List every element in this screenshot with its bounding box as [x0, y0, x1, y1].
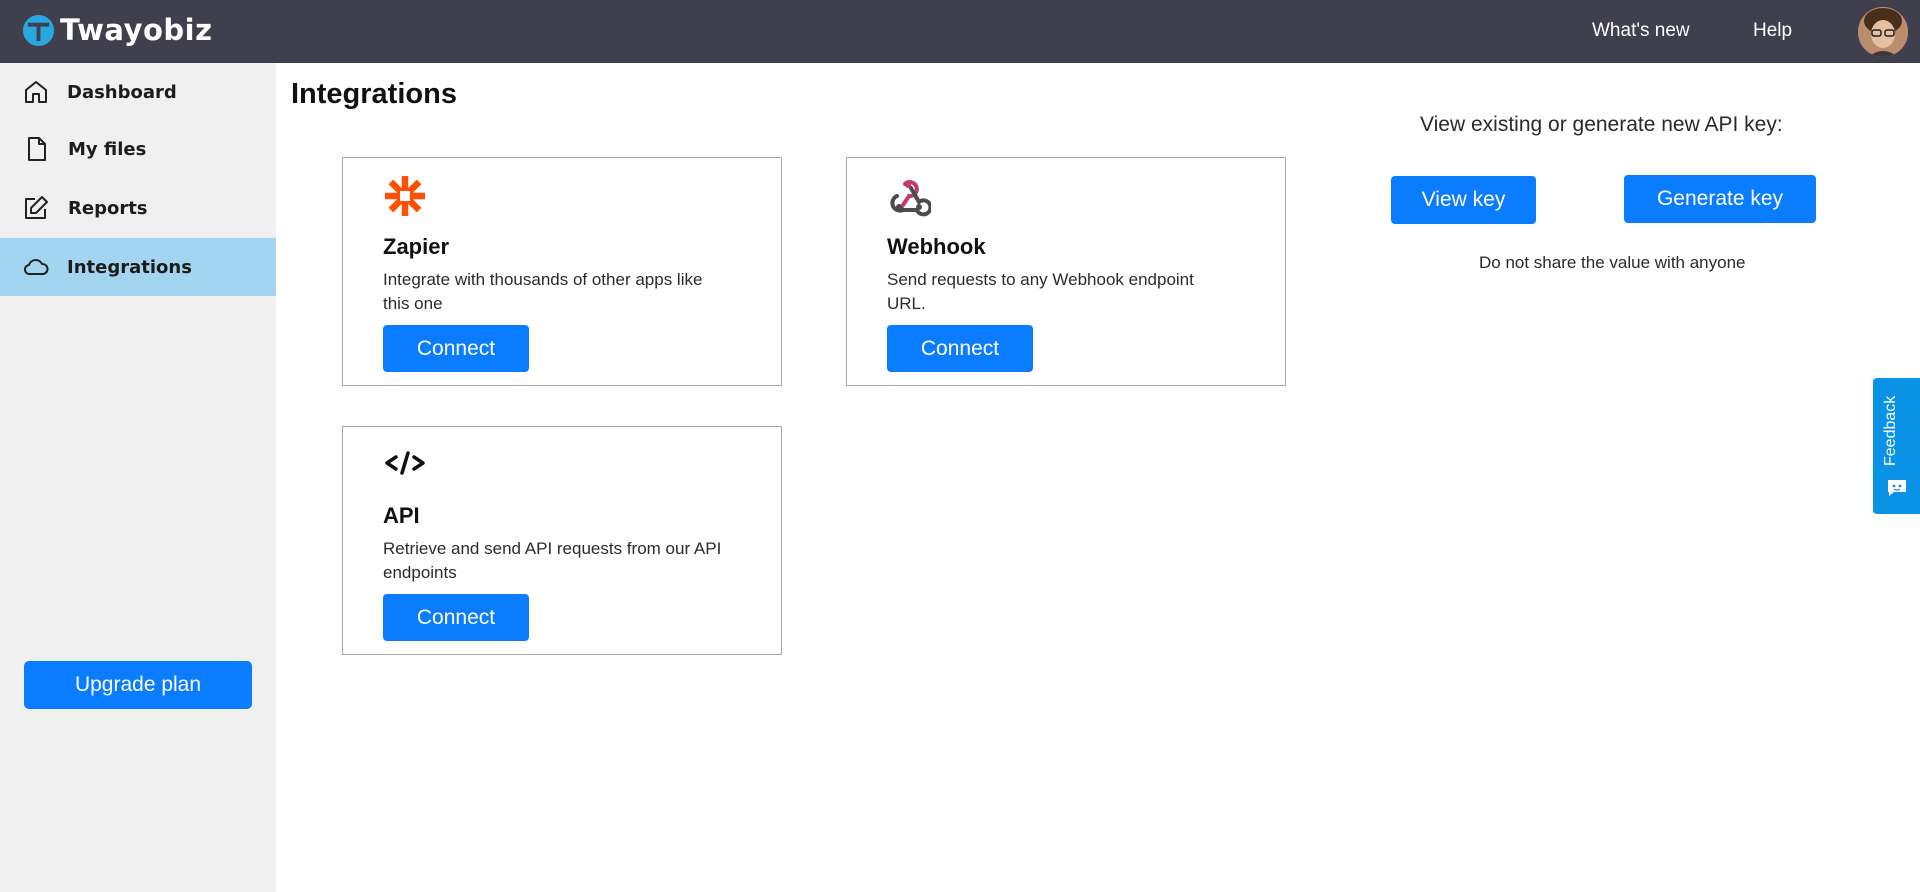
whats-new-link[interactable]: What's new: [1592, 20, 1690, 42]
file-icon: [28, 137, 46, 161]
card-title: API: [383, 503, 420, 528]
edit-icon: [25, 196, 48, 219]
card-title: Webhook: [887, 234, 986, 259]
brand-name: Twayobiz: [60, 13, 213, 47]
upgrade-plan-button[interactable]: Upgrade plan: [24, 661, 252, 709]
card-description: Retrieve and send API requests from our …: [383, 539, 722, 582]
zapier-connect-button[interactable]: Connect: [383, 325, 529, 372]
page-title: Integrations: [291, 78, 457, 110]
sidebar-item-label: Reports: [68, 197, 148, 219]
card-description: Integrate with thousands of other apps l…: [383, 270, 703, 313]
view-key-button[interactable]: View key: [1391, 176, 1536, 224]
generate-key-button[interactable]: Generate key: [1624, 175, 1816, 223]
integration-card-webhook: Webhook Send requests to any Webhook end…: [846, 157, 1286, 386]
sidebar-item-label: Integrations: [67, 256, 192, 278]
sidebar-item-dashboard[interactable]: Dashboard: [0, 63, 276, 121]
avatar-image: [1858, 7, 1908, 57]
help-link[interactable]: Help: [1753, 20, 1792, 42]
code-icon: [385, 451, 425, 475]
feedback-tab[interactable]: Feedback: [1873, 378, 1920, 514]
integration-card-api: API Retrieve and send API requests from …: [342, 426, 782, 655]
sidebar-item-label: My files: [68, 138, 147, 160]
sidebar-item-integrations[interactable]: Integrations: [0, 238, 276, 296]
sidebar-item-my-files[interactable]: My files: [0, 120, 276, 178]
card-description: Send requests to any Webhook endpoint UR…: [887, 270, 1194, 313]
api-connect-button[interactable]: Connect: [383, 594, 529, 641]
webhook-connect-button[interactable]: Connect: [887, 325, 1033, 372]
feedback-label: Feedback: [1882, 395, 1899, 466]
brand[interactable]: Twayobiz: [22, 13, 212, 47]
avatar[interactable]: [1858, 7, 1908, 57]
sidebar-item-reports[interactable]: Reports: [0, 179, 276, 237]
cloud-icon: [23, 259, 49, 275]
webhook-icon: [890, 180, 931, 217]
api-key-prompt: View existing or generate new API key:: [1420, 113, 1783, 136]
brand-logo-icon: [22, 14, 55, 46]
top-bar: Twayobiz What's new Help: [0, 0, 1920, 63]
zapier-icon: [385, 176, 425, 216]
integration-card-zapier: Zapier Integrate with thousands of other…: [342, 157, 782, 386]
feedback-chat-icon: [1888, 480, 1906, 496]
home-icon: [25, 81, 47, 103]
sidebar-item-label: Dashboard: [67, 81, 177, 103]
card-title: Zapier: [383, 234, 450, 259]
sidebar: Dashboard My files Reports Integrations …: [0, 63, 276, 892]
api-key-warning: Do not share the value with anyone: [1479, 253, 1746, 272]
